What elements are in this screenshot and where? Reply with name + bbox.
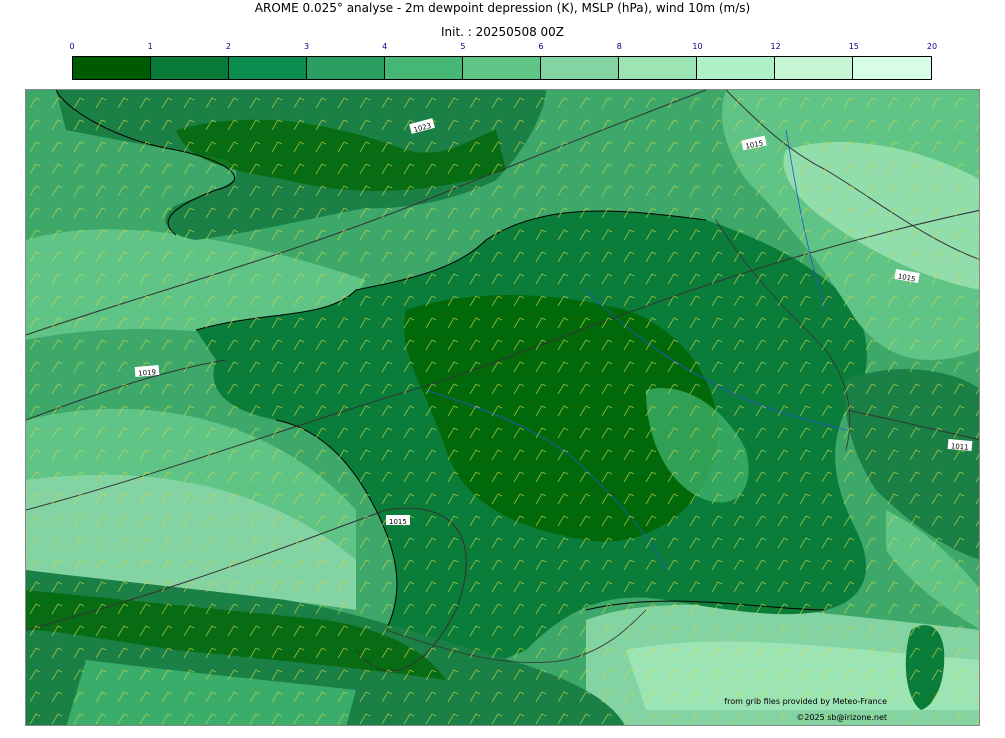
colorbar-tick-label: 0 (69, 42, 75, 51)
colorbar-tick-label: 1 (147, 42, 153, 51)
colorbar-tick-label: 3 (303, 42, 310, 51)
colorbar-tick-label: 8 (616, 42, 622, 51)
colorbar-segment (151, 57, 229, 79)
colorbar (72, 56, 932, 80)
colorbar-tick-label: 12 (770, 42, 781, 51)
isobar-label: 1019 (138, 368, 156, 378)
weather-map: 1023 1015 1015 1019 1015 1011 (25, 89, 980, 726)
colorbar-tick-label: 15 (848, 42, 859, 51)
colorbar-tick-label: 10 (692, 42, 703, 51)
colorbar-segment (541, 57, 619, 79)
colorbar-tick-label: 4 (382, 42, 388, 51)
copyright: ©2025 sb@irizone.net (796, 713, 887, 722)
init-time: Init. : 20250508 00Z (440, 25, 565, 39)
colorbar-segment (463, 57, 541, 79)
colorbar-segment (775, 57, 853, 79)
colorbar-segment (73, 57, 151, 79)
colorbar-segment (853, 57, 931, 79)
source-credit: from grib files provided by Meteo-France (724, 697, 887, 706)
colorbar-tick-label: 5 (460, 42, 466, 51)
colorbar-tick-label: 6 (538, 42, 544, 51)
colorbar-segment (307, 57, 385, 79)
colorbar-segment (697, 57, 775, 79)
isobar-label: 1011 (951, 442, 969, 452)
map-svg: 1023 1015 1015 1019 1015 1011 (26, 90, 979, 725)
colorbar-segment (619, 57, 697, 79)
chart-title: AROME 0.025° analyse - 2m dewpoint depre… (254, 1, 751, 15)
wind-barbs (26, 90, 979, 725)
colorbar-segment (229, 57, 307, 79)
colorbar-tick-label: 20 (926, 42, 938, 51)
colorbar-tick-label: 2 (225, 42, 231, 51)
isobar-label: 1015 (389, 518, 407, 526)
colorbar-segment (385, 57, 463, 79)
